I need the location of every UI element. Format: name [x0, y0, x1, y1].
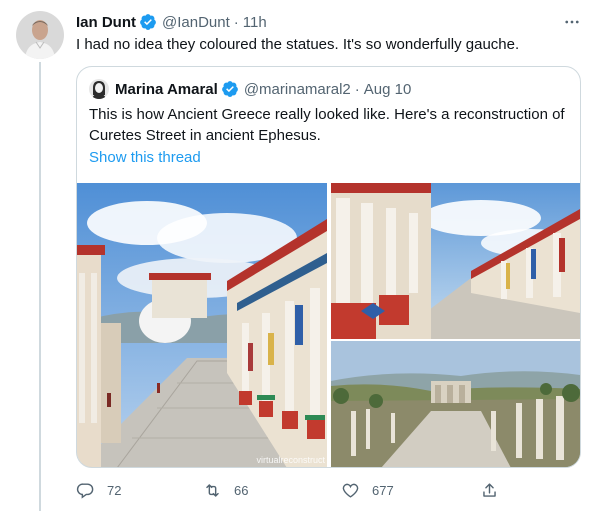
timestamp[interactable]: 11h — [243, 14, 267, 31]
tweet-header: Ian Dunt @IanDunt · 11h — [76, 12, 267, 32]
retweet-count: 66 — [234, 482, 249, 498]
like-button[interactable]: 677 — [341, 478, 394, 502]
media-image-ruins[interactable] — [331, 341, 580, 467]
verified-badge-icon — [221, 80, 239, 98]
action-bar: 72 66 677 — [76, 478, 506, 502]
media-watermark: virtualreconstruct — [256, 455, 325, 465]
tweet-text: I had no idea they coloured the statues.… — [76, 36, 520, 53]
reply-icon — [76, 482, 94, 499]
media-image-reconstruction-street[interactable]: virtualreconstruct — [77, 183, 327, 467]
show-thread-link[interactable]: Show this thread — [89, 148, 201, 168]
more-icon[interactable] — [560, 12, 584, 32]
separator-dot: · — [233, 13, 239, 31]
share-button[interactable] — [480, 478, 499, 502]
media-image-colonnade[interactable] — [331, 183, 580, 339]
reply-count: 72 — [107, 482, 122, 498]
avatar[interactable] — [16, 11, 64, 59]
retweet-button[interactable]: 66 — [203, 478, 248, 502]
thread-line — [39, 62, 41, 511]
like-count: 677 — [372, 482, 394, 498]
author-name[interactable]: Ian Dunt — [76, 14, 136, 31]
media-grid: virtualreconstruct — [77, 183, 580, 467]
tweet[interactable]: Ian Dunt @IanDunt · 11h I had no idea th… — [0, 0, 598, 511]
share-icon — [483, 482, 496, 497]
author-handle[interactable]: @IanDunt — [162, 14, 230, 31]
quoted-text: This is how Ancient Greece really looked… — [89, 106, 565, 144]
quoted-header: Marina Amaral @marinamaral2 · Aug 10 — [89, 79, 411, 99]
like-icon — [342, 483, 359, 498]
quoted-author-name[interactable]: Marina Amaral — [115, 81, 218, 98]
retweet-icon — [206, 483, 219, 497]
quoted-avatar — [89, 79, 109, 99]
reply-button[interactable]: 72 — [76, 478, 121, 502]
separator-dot: · — [354, 80, 360, 98]
quoted-tweet[interactable]: Marina Amaral @marinamaral2 · Aug 10 Thi… — [76, 66, 581, 468]
quoted-author-handle[interactable]: @marinamaral2 — [244, 81, 351, 98]
quoted-timestamp[interactable]: Aug 10 — [364, 81, 412, 98]
verified-badge-icon — [139, 13, 157, 31]
